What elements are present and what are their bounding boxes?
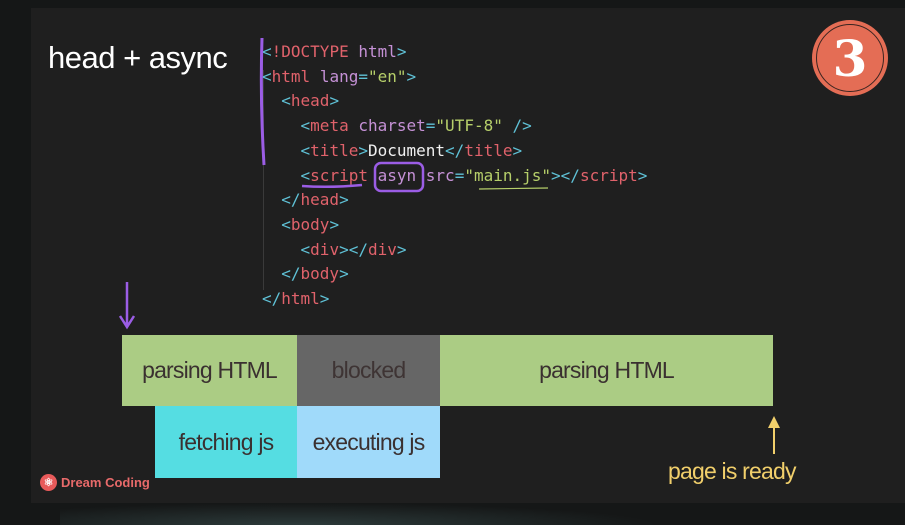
code-token: div [310, 239, 340, 259]
code-token: > [339, 264, 349, 284]
ready-arrow-icon [768, 416, 780, 454]
step-badge: 3 [812, 20, 888, 96]
code-token: body [300, 264, 340, 284]
page-ready-label: page is ready [668, 458, 797, 484]
code-token: </ [262, 289, 282, 309]
fetching-js-block: fetching js [155, 406, 297, 478]
code-line: </html> [262, 287, 647, 312]
code-line: <body> [262, 213, 647, 238]
start-arrow-icon [118, 282, 136, 330]
atom-icon: ⚛ [40, 474, 57, 491]
code-token: > [319, 289, 330, 309]
script-underline [301, 183, 363, 189]
parsing-html-block-2: parsing HTML [440, 335, 773, 406]
brand-name: Dream Coding [61, 475, 150, 490]
code-token: body [290, 214, 330, 234]
slide-title: head + async [48, 40, 228, 75]
code-token: ></ [339, 239, 368, 259]
code-token: > [396, 239, 407, 259]
code-token: div [367, 239, 397, 259]
code-line: <div></div> [262, 238, 647, 263]
executing-js-block: executing js [297, 406, 440, 478]
background-glow [60, 503, 660, 525]
code-token: > [329, 214, 340, 234]
brand-logo: ⚛ Dream Coding [40, 474, 150, 491]
code-token: html [281, 289, 320, 309]
bracket-line [259, 37, 266, 166]
code-token: < [262, 239, 311, 259]
code-line: </body> [262, 262, 647, 287]
annotation-marks [259, 37, 549, 193]
src-underline [478, 187, 549, 190]
code-token: < [262, 214, 291, 234]
asyn-circle [373, 161, 425, 193]
code-token: </ [262, 264, 301, 284]
parsing-html-block-1: parsing HTML [122, 335, 297, 406]
blocked-block: blocked [297, 335, 440, 406]
